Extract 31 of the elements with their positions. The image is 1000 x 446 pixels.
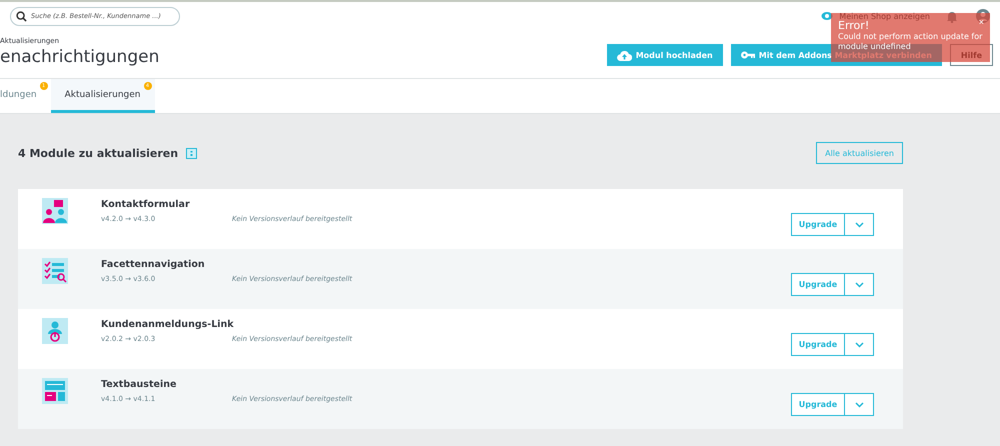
toast-message: Could not perform action update for module undefined [838,32,983,52]
chevron-down-icon [854,282,864,288]
key-icon [740,51,755,59]
chevron-down-icon [854,402,864,408]
upgrade-button[interactable]: Upgrade [791,333,845,356]
layout-blocks-icon [42,378,68,404]
module-name: Kundenanmeldungs-Link [101,319,235,330]
dropdown-toggle[interactable] [845,333,874,356]
section-heading: 4 Module zu aktualisieren [18,146,178,160]
upgrade-button[interactable]: Upgrade [791,273,845,296]
chevron-down-icon [854,342,864,348]
dropdown-toggle[interactable] [845,273,874,296]
shop-link[interactable]: Meinen Shop anzeigen [839,12,930,20]
dropdown-toggle[interactable] [845,393,874,416]
help-icon[interactable] [186,148,198,158]
module-name: Kontaktformular [101,199,191,210]
close-button[interactable]: × [978,18,984,27]
toast-title: Error! [838,20,870,32]
page-title: enachrichtigungen [0,49,160,66]
update-all-button[interactable]: Alle aktualisieren [816,142,903,164]
dropdown-toggle[interactable] [845,213,874,236]
contact-people-icon [42,198,68,224]
upgrade-button[interactable]: Upgrade [791,213,845,236]
module-name: Textbausteine [101,379,178,390]
module-name: Facettennavigation [101,259,206,270]
upgrade-button[interactable]: Upgrade [791,393,845,416]
upload-button[interactable]: Modul hochladen [606,44,723,66]
cloud-upload-icon [616,50,632,60]
user-power-icon [42,318,68,344]
chevron-down-icon [854,222,864,228]
checklist-search-icon [42,258,68,284]
